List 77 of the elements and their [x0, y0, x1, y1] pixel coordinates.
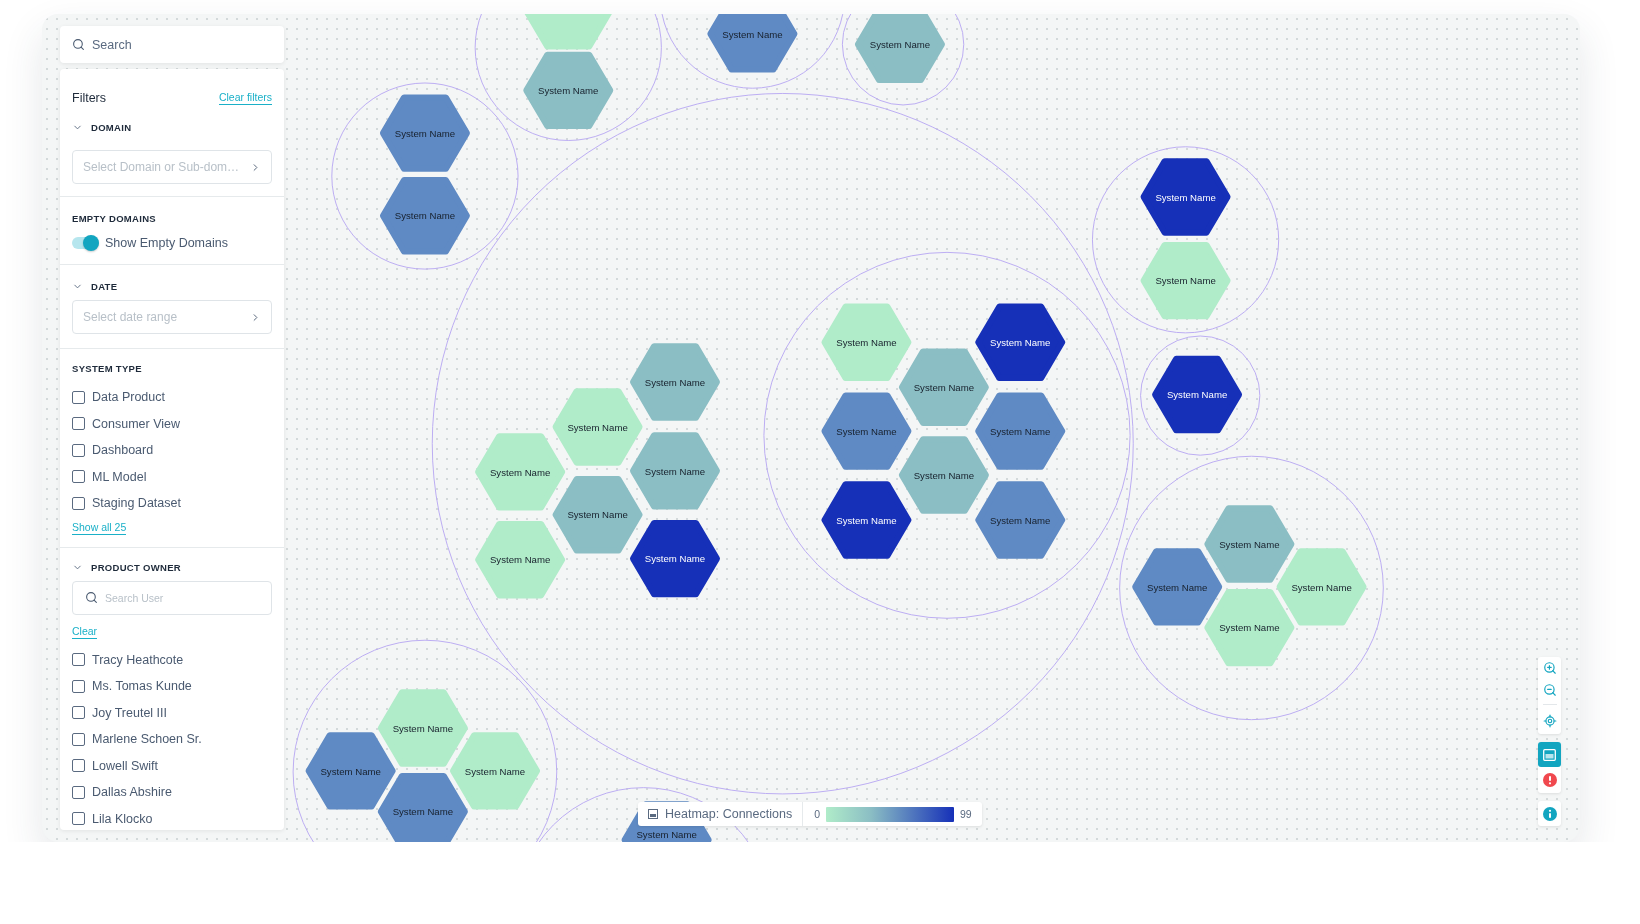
- checkbox[interactable]: [72, 732, 85, 746]
- checkbox-label: ML Model: [92, 469, 147, 484]
- heatmap-icon: [648, 809, 658, 819]
- checkbox[interactable]: [72, 470, 85, 484]
- system-node[interactable]: System Name: [552, 476, 643, 554]
- system-node[interactable]: System Name: [821, 481, 912, 559]
- checkbox-label: Dashboard: [92, 443, 154, 458]
- system-node[interactable]: System Name: [821, 303, 912, 381]
- checkbox[interactable]: [72, 679, 85, 693]
- checkbox[interactable]: [72, 759, 85, 773]
- system-node[interactable]: System Name: [630, 520, 720, 598]
- system-node[interactable]: System Name: [630, 432, 720, 510]
- checkbox[interactable]: [72, 496, 85, 510]
- alert-icon: [1542, 773, 1557, 787]
- system-node[interactable]: System Name: [305, 732, 396, 810]
- checkbox-label: Lila Klocko: [92, 811, 153, 826]
- checkbox-label: Tracy Heathcote: [92, 652, 184, 667]
- checkbox-label: Dallas Abshire: [92, 785, 172, 800]
- system-node[interactable]: System Name: [1140, 241, 1231, 320]
- toggle-switch[interactable]: [72, 237, 99, 249]
- checkbox[interactable]: [72, 653, 85, 667]
- checkbox[interactable]: [72, 785, 85, 799]
- system-node[interactable]: System Name: [854, 14, 945, 83]
- system-node[interactable]: System Name: [475, 521, 566, 599]
- search-icon: [72, 38, 85, 51]
- system-node[interactable]: System Name: [821, 392, 912, 470]
- checkbox[interactable]: [72, 706, 85, 720]
- system-node[interactable]: System Name: [898, 436, 989, 514]
- checkbox[interactable]: [72, 443, 85, 457]
- heatmap-button[interactable]: [1538, 742, 1561, 767]
- system-node[interactable]: System Name: [1276, 548, 1367, 626]
- legend-title: Heatmap: Connections: [665, 807, 793, 821]
- checkbox-label: Data Product: [92, 390, 165, 405]
- system-node[interactable]: System Name: [523, 51, 614, 129]
- checkbox-label: Ms. Tomas Kunde: [92, 679, 192, 694]
- system-node[interactable]: System Name: [475, 433, 566, 511]
- system-node[interactable]: System Name: [707, 14, 798, 73]
- filters-title: Filters: [72, 91, 107, 105]
- system-node[interactable]: System Name: [1132, 548, 1223, 626]
- heatmap-icon: [1543, 748, 1556, 761]
- chevron-icon: [250, 161, 261, 173]
- search-icon: [85, 591, 98, 604]
- system-node[interactable]: System Name: [377, 689, 468, 767]
- system-node[interactable]: System Name: [379, 94, 470, 172]
- checkbox-label: Marlene Schoen Sr.: [92, 732, 202, 747]
- system-node[interactable]: System Name: [1140, 158, 1231, 236]
- section-title: SYSTEM TYPE: [72, 363, 143, 374]
- checkbox-label: Joy Treutel III: [92, 705, 168, 720]
- crosshair-icon: [1542, 714, 1557, 728]
- system-node[interactable]: System Name: [630, 343, 720, 421]
- search-field[interactable]: Search: [60, 26, 284, 63]
- legend-min: 0: [813, 808, 821, 820]
- section-title: DOMAIN: [91, 122, 132, 133]
- section-title: DATE: [91, 281, 118, 292]
- checkbox[interactable]: [72, 390, 85, 404]
- zoom-out-icon: [1542, 683, 1557, 697]
- system-node[interactable]: System Name: [379, 177, 470, 255]
- toggle-label: Show Empty Domains: [105, 236, 228, 250]
- system-node[interactable]: System Name: [975, 392, 1066, 470]
- system-node[interactable]: System Name: [1152, 355, 1243, 434]
- checkbox-label: Staging Dataset: [92, 496, 181, 511]
- system-node[interactable]: System Name: [975, 481, 1066, 559]
- checkbox-label: Consumer View: [92, 416, 180, 431]
- system-node[interactable]: System Name: [552, 388, 643, 466]
- section-title: EMPTY DOMAINS: [72, 213, 157, 224]
- checkbox[interactable]: [72, 417, 85, 431]
- checkbox-label: Lowell Swift: [92, 758, 158, 773]
- zoom-in-icon: [1542, 661, 1557, 675]
- system-node[interactable]: System Name: [898, 348, 989, 426]
- checkbox[interactable]: [72, 812, 85, 826]
- legend-max: 99: [959, 808, 973, 820]
- info-icon: [1542, 806, 1557, 821]
- system-node[interactable]: System Name: [1204, 505, 1295, 583]
- system-node[interactable]: System Name: [450, 732, 540, 810]
- system-node[interactable]: System Name: [975, 303, 1066, 381]
- chevron-icon: [250, 311, 261, 323]
- section-title: PRODUCT OWNER: [91, 561, 181, 573]
